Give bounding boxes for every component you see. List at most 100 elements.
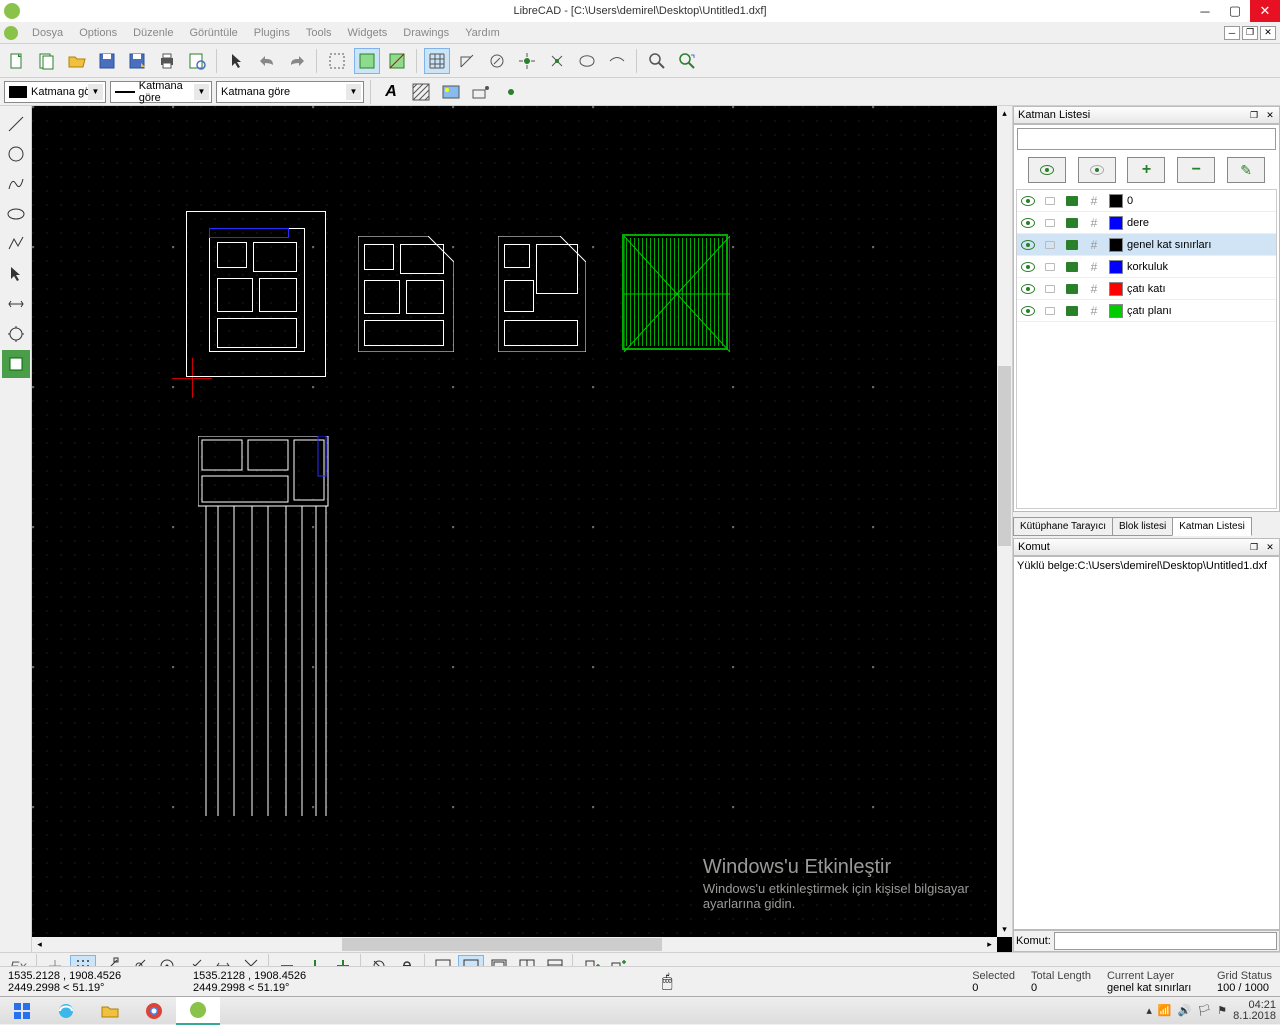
- layer-filter-input[interactable]: [1017, 128, 1276, 150]
- dimension-tool[interactable]: [2, 290, 30, 318]
- tray-network-icon[interactable]: 📶: [1158, 1004, 1172, 1017]
- image-tool-button[interactable]: [438, 79, 464, 105]
- eye-icon[interactable]: [1021, 240, 1035, 250]
- drawing-canvas[interactable]: Windows'u Etkinleştir Windows'u etkinleş…: [32, 106, 997, 937]
- new-from-template-button[interactable]: [34, 48, 60, 74]
- hatch-tool-button[interactable]: [408, 79, 434, 105]
- lock-icon[interactable]: [1045, 241, 1055, 249]
- librecad-taskbar[interactable]: [176, 997, 220, 1025]
- print-icon[interactable]: [1066, 240, 1078, 250]
- layer-add-button[interactable]: +: [1127, 157, 1165, 183]
- color-swatch[interactable]: [1109, 216, 1123, 230]
- tab-layers[interactable]: Katman Listesi: [1172, 517, 1252, 536]
- snap-center-button[interactable]: [574, 48, 600, 74]
- command-panel-close-button[interactable]: ✕: [1263, 541, 1277, 553]
- menu-duzenle[interactable]: Düzenle: [125, 25, 181, 41]
- menu-plugins[interactable]: Plugins: [246, 25, 298, 41]
- hash-icon[interactable]: #: [1091, 238, 1098, 252]
- mdi-restore[interactable]: ❐: [1242, 26, 1258, 40]
- print-preview-button[interactable]: [184, 48, 210, 74]
- layer-row[interactable]: # genel kat sınırları: [1017, 234, 1276, 256]
- snap-endpoint-button[interactable]: [514, 48, 540, 74]
- point-button[interactable]: [498, 79, 524, 105]
- polyline-tool[interactable]: [2, 230, 30, 258]
- info-tool[interactable]: [2, 350, 30, 378]
- mdi-minimize[interactable]: ─: [1224, 26, 1240, 40]
- menu-goruntule[interactable]: Görüntüle: [181, 25, 245, 41]
- layer-remove-button[interactable]: −: [1177, 157, 1215, 183]
- tab-blocks[interactable]: Blok listesi: [1112, 517, 1173, 536]
- ellipse-tool[interactable]: [2, 200, 30, 228]
- undo-button[interactable]: [254, 48, 280, 74]
- eye-icon[interactable]: [1021, 218, 1035, 228]
- start-button[interactable]: [0, 997, 44, 1025]
- grid-toggle-button[interactable]: [354, 48, 380, 74]
- layer-edit-button[interactable]: ✎: [1227, 157, 1265, 183]
- command-panel-dock-button[interactable]: ❐: [1247, 541, 1261, 553]
- lock-icon[interactable]: [1045, 285, 1055, 293]
- lock-icon[interactable]: [1045, 219, 1055, 227]
- fullscreen-button[interactable]: [324, 48, 350, 74]
- layer-row[interactable]: # çatı katı: [1017, 278, 1276, 300]
- line-tool[interactable]: [2, 110, 30, 138]
- tray-notif-icon[interactable]: ⚑: [1217, 1004, 1227, 1017]
- color-swatch[interactable]: [1109, 238, 1123, 252]
- lock-icon[interactable]: [1045, 263, 1055, 271]
- snap-free-button[interactable]: [484, 48, 510, 74]
- lock-icon[interactable]: [1045, 197, 1055, 205]
- print-icon[interactable]: [1066, 306, 1078, 316]
- chrome-taskbar[interactable]: [132, 997, 176, 1025]
- layer-show-all-button[interactable]: [1028, 157, 1066, 183]
- new-button[interactable]: [4, 48, 30, 74]
- save-button[interactable]: [94, 48, 120, 74]
- text-tool-button[interactable]: A: [378, 79, 404, 105]
- eye-icon[interactable]: [1021, 284, 1035, 294]
- layer-row[interactable]: # 0: [1017, 190, 1276, 212]
- grid-button[interactable]: [424, 48, 450, 74]
- explorer-taskbar[interactable]: [88, 997, 132, 1025]
- print-button[interactable]: [154, 48, 180, 74]
- layer-row[interactable]: # korkuluk: [1017, 256, 1276, 278]
- command-input[interactable]: [1054, 932, 1277, 950]
- menu-tools[interactable]: Tools: [298, 25, 340, 41]
- select-tool[interactable]: [2, 260, 30, 288]
- ortho-button[interactable]: [454, 48, 480, 74]
- menu-drawings[interactable]: Drawings: [395, 25, 457, 41]
- hash-icon[interactable]: #: [1091, 304, 1098, 318]
- circle-tool[interactable]: [2, 140, 30, 168]
- color-swatch[interactable]: [1109, 260, 1123, 274]
- print-icon[interactable]: [1066, 196, 1078, 206]
- layer-list[interactable]: # 0 # dere # ge: [1016, 189, 1277, 509]
- horizontal-scrollbar[interactable]: ◂ ▸: [32, 937, 997, 952]
- layer-hide-all-button[interactable]: [1078, 157, 1116, 183]
- menu-options[interactable]: Options: [71, 25, 125, 41]
- zoom-auto-button[interactable]: [674, 48, 700, 74]
- print-icon[interactable]: [1066, 218, 1078, 228]
- ie-taskbar[interactable]: [44, 997, 88, 1025]
- snap-middle-button[interactable]: [544, 48, 570, 74]
- color-swatch[interactable]: [1109, 194, 1123, 208]
- print-icon[interactable]: [1066, 262, 1078, 272]
- zoom-button[interactable]: [644, 48, 670, 74]
- tray-clock[interactable]: 04:218.1.2018: [1233, 1000, 1276, 1022]
- tray-flag-icon[interactable]: 🏳: [1197, 1004, 1211, 1017]
- hash-icon[interactable]: #: [1091, 216, 1098, 230]
- minimize-button[interactable]: ─: [1190, 0, 1220, 22]
- vertical-scrollbar[interactable]: ▴ ▾: [997, 106, 1012, 937]
- linewidth-combo[interactable]: Katmana göre▼: [110, 81, 212, 103]
- maximize-button[interactable]: ▢: [1220, 0, 1250, 22]
- curve-tool[interactable]: [2, 170, 30, 198]
- print-icon[interactable]: [1066, 284, 1078, 294]
- hash-icon[interactable]: #: [1091, 282, 1098, 296]
- hash-icon[interactable]: #: [1091, 194, 1098, 208]
- pointer-button[interactable]: [224, 48, 250, 74]
- points-tool-button[interactable]: [468, 79, 494, 105]
- lock-icon[interactable]: [1045, 307, 1055, 315]
- menu-dosya[interactable]: Dosya: [24, 25, 71, 41]
- layer-row[interactable]: # dere: [1017, 212, 1276, 234]
- linetype-combo[interactable]: Katmana göre▼: [216, 81, 364, 103]
- command-output[interactable]: Yüklü belge:C:\Users\demirel\Desktop\Unt…: [1013, 556, 1280, 930]
- modify-tool[interactable]: [2, 320, 30, 348]
- eye-icon[interactable]: [1021, 196, 1035, 206]
- snap-intersection-button[interactable]: [604, 48, 630, 74]
